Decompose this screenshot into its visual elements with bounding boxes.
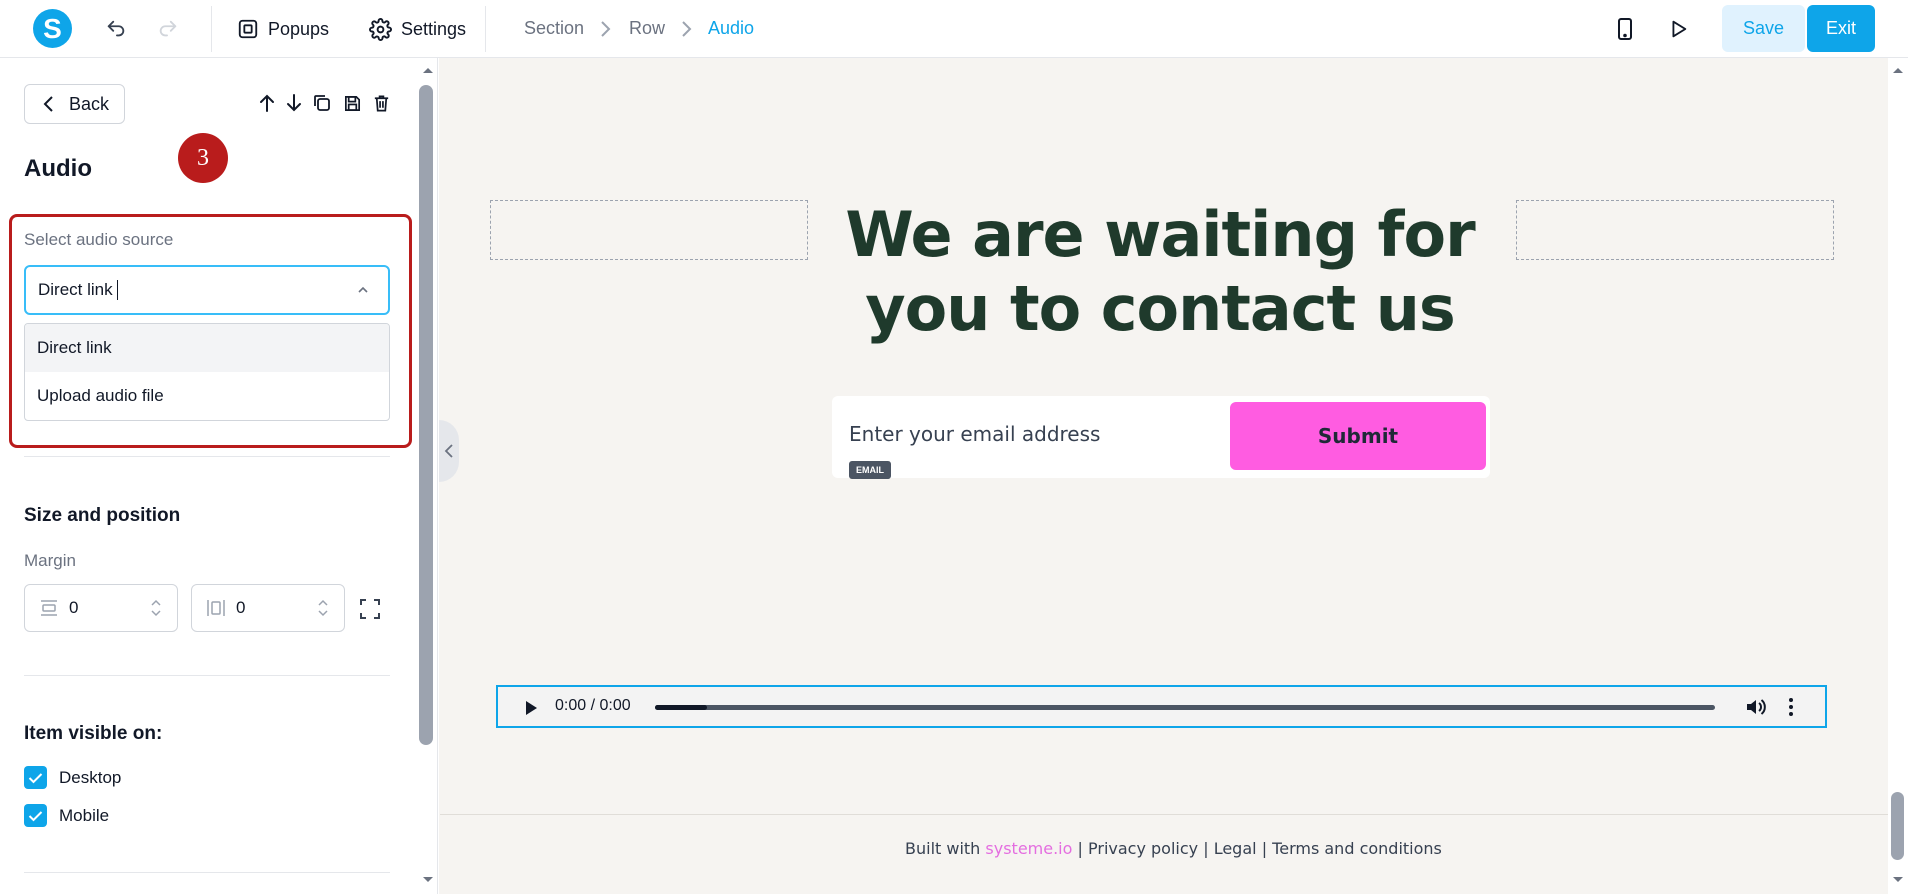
email-form: Enter your email address EMAIL Submit [832, 396, 1490, 479]
desktop-checkbox-row[interactable]: Desktop [24, 766, 121, 789]
popups-button[interactable]: Popups [237, 14, 329, 44]
footer-brand-link[interactable]: systeme.io [985, 839, 1072, 858]
email-field-tag: EMAIL [849, 461, 891, 479]
section-divider [24, 872, 390, 873]
back-button[interactable]: Back [24, 84, 125, 124]
canvas-scrollbar[interactable] [1888, 58, 1908, 894]
back-label: Back [69, 93, 110, 114]
headline[interactable]: We are waiting for you to contact us [830, 198, 1490, 346]
popup-icon [238, 19, 258, 39]
footer-separator: | [1077, 839, 1083, 858]
audio-progress-fill [655, 705, 707, 710]
settings-button[interactable]: Settings [369, 14, 466, 44]
section-divider [24, 456, 390, 457]
undo-icon[interactable] [103, 16, 129, 42]
systeme-logo[interactable]: S [33, 9, 72, 48]
visibility-title: Item visible on: [24, 723, 163, 744]
margin-horizontal-icon [207, 600, 225, 616]
headline-line: you to contact us [865, 272, 1456, 345]
footer-separator: | [1203, 839, 1209, 858]
footer-separator: | [1261, 839, 1268, 858]
footer-built-with: Built with [905, 839, 981, 858]
audio-source-dropdown: Direct link Upload audio file [24, 323, 390, 421]
breadcrumb-section[interactable]: Section [524, 18, 584, 39]
desktop-label: Desktop [59, 767, 122, 787]
more-options-icon[interactable] [1788, 697, 1794, 717]
option-upload-audio-file[interactable]: Upload audio file [25, 372, 389, 420]
audio-source-value: Direct link [38, 280, 113, 299]
footer-divider [440, 814, 1888, 815]
top-toolbar: S Popups Settings Section Row Audio Save… [0, 0, 1908, 58]
margin-label: Margin [24, 551, 76, 570]
play-preview-icon[interactable] [1665, 16, 1691, 42]
footer-legal-link[interactable]: Legal [1214, 839, 1257, 858]
chevron-left-icon [444, 444, 453, 458]
step-badge: 3 [178, 133, 228, 183]
trash-icon[interactable] [370, 92, 392, 114]
toolbar-divider [211, 6, 212, 52]
option-direct-link[interactable]: Direct link [25, 324, 389, 372]
margin-horizontal-input[interactable]: 0 [191, 584, 345, 632]
empty-column-placeholder[interactable] [490, 200, 808, 260]
save-button[interactable]: Save [1722, 5, 1805, 52]
scroll-up-arrow-icon[interactable] [1892, 66, 1904, 74]
breadcrumb-audio: Audio [708, 18, 755, 38]
section-divider [24, 675, 390, 676]
chevron-right-icon [601, 21, 611, 37]
audio-source-label: Select audio source [24, 230, 174, 249]
toolbar-divider [485, 6, 486, 52]
submit-button[interactable]: Submit [1230, 402, 1486, 470]
margin-horizontal-value: 0 [236, 598, 246, 617]
page-footer: Built with systeme.io | Privacy policy |… [905, 839, 1442, 858]
canvas-scroll-thumb[interactable] [1891, 792, 1904, 860]
audio-source-select[interactable]: Direct link [24, 265, 390, 315]
play-icon[interactable] [524, 700, 538, 716]
scroll-up-arrow-icon[interactable] [422, 66, 434, 74]
scroll-down-arrow-icon[interactable] [1892, 876, 1904, 884]
desktop-checkbox[interactable] [24, 766, 47, 789]
stepper-icon[interactable] [316, 597, 330, 619]
volume-icon[interactable] [1745, 697, 1767, 717]
chevron-left-icon [43, 96, 53, 112]
stepper-icon[interactable] [149, 597, 163, 619]
panel-title: Audio [24, 155, 92, 182]
chevron-up-icon [358, 286, 368, 293]
check-icon [28, 810, 43, 821]
mobile-preview-icon[interactable] [1612, 16, 1638, 42]
text-caret [116, 280, 118, 300]
email-input[interactable]: Enter your email address [849, 422, 1100, 446]
mobile-label: Mobile [59, 805, 110, 825]
margin-vertical-value: 0 [69, 598, 79, 617]
save-block-icon[interactable] [341, 92, 363, 114]
expand-margins-icon[interactable] [358, 597, 382, 621]
exit-button[interactable]: Exit [1807, 5, 1875, 52]
redo-icon[interactable] [155, 16, 181, 42]
headline-line: We are waiting for [845, 198, 1475, 271]
scroll-down-arrow-icon[interactable] [422, 876, 434, 884]
size-position-title: Size and position [24, 505, 181, 526]
check-icon [28, 772, 43, 783]
footer-privacy-link[interactable]: Privacy policy [1088, 839, 1198, 858]
duplicate-icon[interactable] [311, 92, 333, 114]
empty-column-placeholder[interactable] [1516, 200, 1834, 260]
move-down-icon[interactable] [283, 92, 305, 114]
move-up-icon[interactable] [256, 92, 278, 114]
breadcrumb-row[interactable]: Row [629, 18, 665, 39]
panel-scroll-thumb[interactable] [419, 85, 433, 745]
settings-label: Settings [401, 18, 467, 39]
audio-progress-bar[interactable] [655, 705, 1715, 710]
chevron-right-icon [682, 21, 692, 37]
footer-terms-link[interactable]: Terms and conditions [1272, 839, 1442, 858]
settings-panel: Back Audio 3 Select audio source Direct … [0, 58, 438, 894]
mobile-checkbox-row[interactable]: Mobile [24, 804, 109, 827]
margin-vertical-icon [41, 600, 57, 616]
margin-vertical-input[interactable]: 0 [24, 584, 178, 632]
audio-player[interactable]: 0:00 / 0:00 [496, 685, 1827, 728]
audio-time: 0:00 / 0:00 [555, 697, 631, 714]
gear-icon [369, 17, 392, 41]
popups-label: Popups [268, 18, 330, 39]
mobile-checkbox[interactable] [24, 804, 47, 827]
